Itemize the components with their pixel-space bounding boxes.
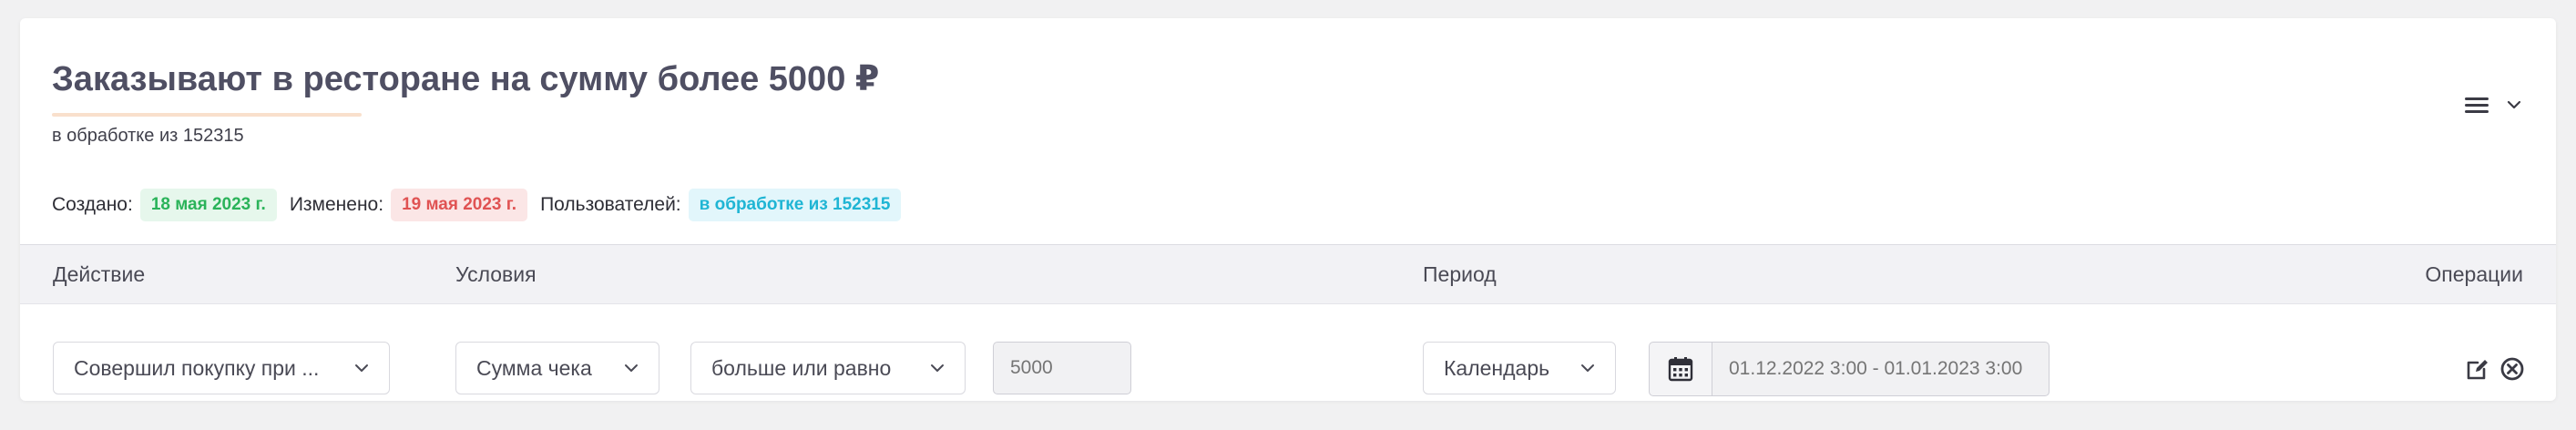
edit-icon[interactable] [2465,356,2490,382]
table-row: Совершил покупку при ... Сумма чека боль… [20,303,2556,401]
modified-label: Изменено: [289,194,384,215]
chevron-down-icon [931,364,944,372]
users-badge: в обработке из 152315 [688,189,902,221]
hamburger-icon [2465,96,2489,114]
created-badge: 18 мая 2023 г. [139,189,277,221]
calendar-icon [1668,357,1693,382]
column-header-conditions: Условия [455,262,537,286]
segment-card: Заказывают в ресторане на сумму более 50… [20,18,2556,401]
period-type-value: Календарь [1444,355,1550,380]
chevron-down-icon [625,364,638,372]
row-operations [2465,356,2525,382]
condition-operator-select[interactable]: больше или равно [690,342,966,394]
page-title: Заказывают в ресторане на сумму более 50… [52,60,880,98]
condition-operator-value: больше или равно [711,355,892,380]
chevron-down-icon [1581,364,1594,372]
column-header-action: Действие [53,262,146,286]
date-range-input[interactable] [1712,342,2050,396]
title-underline [52,113,362,117]
action-select-value: Совершил покупку при ... [74,355,320,380]
column-header-period: Период [1423,262,1497,286]
menu-button[interactable] [2465,89,2521,120]
users-label: Пользователей: [540,194,681,215]
action-select[interactable]: Совершил покупку при ... [53,342,390,394]
created-label: Создано: [52,194,133,215]
chevron-down-icon [355,364,368,372]
chevron-down-icon [2507,100,2521,109]
calendar-button[interactable] [1649,342,1712,396]
page-subtitle: в обработке из 152315 [52,126,244,146]
modified-badge: 19 мая 2023 г. [391,189,528,221]
condition-value-input[interactable] [993,342,1131,394]
close-circle-icon[interactable] [2499,356,2525,382]
period-type-select[interactable]: Календарь [1423,342,1616,394]
condition-field-select[interactable]: Сумма чека [455,342,659,394]
table-header: Действие Условия Период Операции [20,244,2556,304]
column-header-operations: Операции [2425,262,2523,286]
meta-info: Создано: 18 мая 2023 г. Изменено: 19 мая… [52,187,906,223]
condition-field-value: Сумма чека [476,355,592,380]
